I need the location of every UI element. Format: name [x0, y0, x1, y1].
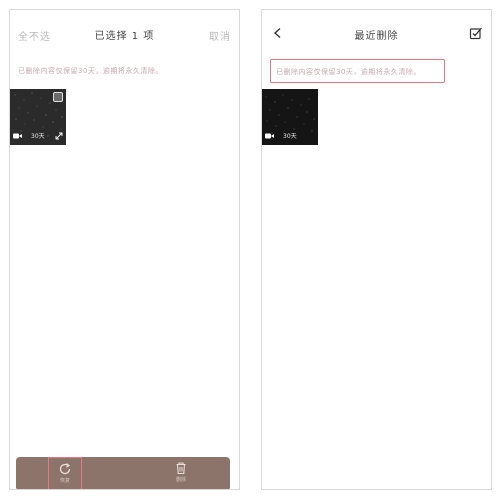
- video-camera-icon: [265, 133, 274, 139]
- left-phone-screen: 全不选 已选择 1 项 取消 已删除内容仅保留30天，逾期将永久清除。 30天: [9, 9, 240, 490]
- delete-button[interactable]: 删除: [164, 457, 198, 489]
- cancel-button[interactable]: 取消: [209, 28, 231, 43]
- selection-checkbox[interactable]: [53, 92, 63, 102]
- video-thumbnail[interactable]: 30天: [262, 89, 318, 145]
- selected-count-title: 已选择 1 项: [94, 31, 155, 42]
- retention-notice-highlight: 已删除内容仅保留30天，逾期将永久清除。: [270, 59, 445, 83]
- video-camera-icon: [13, 133, 22, 139]
- delete-label: 删除: [175, 477, 186, 483]
- video-duration: 30天: [283, 133, 297, 140]
- trash-icon: [176, 462, 186, 475]
- selection-header: 全不选 已选择 1 项 取消: [10, 24, 239, 44]
- recently-deleted-header: 最近删除: [262, 24, 491, 44]
- bottom-action-bar: 恢复 删除: [16, 457, 230, 489]
- retention-notice: 已删除内容仅保留30天，逾期将永久清除。: [18, 67, 163, 75]
- retention-notice: 已删除内容仅保留30天，逾期将永久清除。: [276, 68, 421, 76]
- restore-button[interactable]: 恢复: [48, 457, 82, 489]
- right-phone-screen: 最近删除 已删除内容仅保留30天，逾期将永久清除。 30天: [261, 9, 492, 490]
- expand-icon[interactable]: [55, 132, 63, 140]
- page-title: 最近删除: [354, 31, 399, 42]
- restore-icon: [59, 463, 71, 475]
- restore-label: 恢复: [59, 478, 70, 484]
- select-edit-icon[interactable]: [469, 26, 483, 40]
- video-duration: 30天: [31, 133, 45, 140]
- video-thumbnail[interactable]: 30天: [10, 89, 66, 145]
